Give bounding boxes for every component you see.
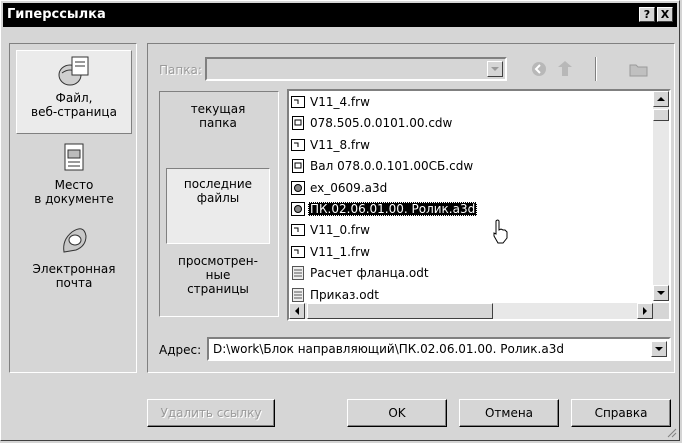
nav-current-folder[interactable]: текущая папка [166, 98, 270, 142]
toolbar-separator [595, 57, 597, 81]
file-cdw-icon [292, 116, 304, 131]
link-type-sidebar: Файл, веб-страница Место в документе Эле… [9, 43, 137, 373]
address-label: Адрес: [159, 343, 202, 357]
file-name: Вал 078.0.0.101.00СБ.cdw [310, 159, 474, 174]
file-name: V11_1.frw [310, 244, 370, 259]
email-icon [63, 228, 87, 253]
document-place-icon [64, 143, 84, 171]
file-name: Приказ.odt [310, 287, 379, 302]
vertical-scrollbar[interactable] [653, 91, 669, 301]
scroll-up-icon[interactable] [653, 91, 669, 107]
close-button[interactable]: X [657, 7, 673, 22]
file-frw-icon [291, 96, 305, 108]
remove-link-button[interactable]: Удалить ссылку [147, 399, 275, 427]
new-folder-icon[interactable] [629, 61, 649, 77]
scroll-corner [653, 303, 669, 319]
file-row-selected[interactable]: ПК.02.06.01.00. Ролик.a3d [291, 200, 478, 218]
file-name: V11_4.frw [310, 95, 370, 109]
nav-browsed-pages[interactable]: просмотрен- ные страницы [166, 250, 270, 314]
sidebar-item-web-file[interactable]: Файл, веб-страница [16, 50, 132, 134]
file-row[interactable]: Вал 078.0.0.101.00СБ.cdw [291, 157, 475, 175]
chevron-down-icon[interactable] [651, 341, 667, 357]
web-file-icon [58, 56, 89, 86]
vertical-scroll-thumb[interactable] [653, 109, 669, 121]
file-row[interactable]: 078.505.0.0101.00.cdw [291, 114, 454, 132]
chevron-down-icon[interactable] [487, 61, 503, 77]
file-odt-icon [292, 266, 304, 281]
folder-label: Папка: [159, 63, 202, 77]
file-row[interactable]: V11_0.frw [291, 221, 372, 239]
file-name: ПК.02.06.01.00. Ролик.a3d [308, 202, 478, 216]
file-listbox[interactable]: V11_4.frw 078.505.0.0101.00.cdw V11_8.frw В… [287, 89, 671, 321]
title-bar[interactable]: Гиперссылка ? X [3, 3, 677, 27]
file-frw-icon [291, 138, 305, 151]
cancel-button[interactable]: Отмена [459, 399, 559, 427]
horizontal-scrollbar[interactable] [289, 303, 653, 319]
up-folder-icon[interactable] [555, 59, 575, 79]
sidebar-item-document-place[interactable]: Место в документе [16, 138, 132, 218]
file-cdw-icon [292, 159, 304, 174]
folder-combobox[interactable] [205, 57, 507, 81]
file-frw-icon [291, 224, 305, 237]
resize-grip-icon[interactable] [665, 426, 677, 438]
file-row[interactable]: V11_8.frw [291, 136, 372, 154]
file-a3d-icon [291, 202, 305, 216]
hand-cursor-icon [493, 219, 508, 244]
scroll-right-icon[interactable] [637, 303, 653, 319]
file-row[interactable]: V11_4.frw [291, 93, 372, 111]
file-a3d-icon [291, 180, 305, 195]
link-nav-panel: текущая папка последние файлы просмотрен… [159, 91, 279, 317]
window-title: Гиперссылка [7, 7, 106, 22]
help-title-button[interactable]: ? [639, 7, 655, 22]
file-row[interactable]: ex_0609.a3d [291, 179, 389, 197]
file-name: Расчет фланца.odt [310, 266, 429, 281]
ok-button[interactable]: OK [347, 399, 447, 427]
address-combobox[interactable]: D:\work\Блок направляющий\ПК.02.06.01.00… [207, 337, 671, 361]
file-row[interactable]: Расчет фланца.odt [291, 264, 431, 282]
nav-recent-files[interactable]: последние файлы [166, 168, 270, 244]
sidebar-item-label: Файл, веб-страница [31, 91, 117, 119]
address-input[interactable]: D:\work\Блок направляющий\ПК.02.06.01.00… [213, 342, 564, 356]
file-row[interactable]: V11_1.frw [291, 243, 372, 261]
hyperlink-dialog: Гиперссылка ? X Файл, веб-страница Место… [0, 0, 680, 441]
back-icon[interactable] [531, 61, 547, 77]
help-button[interactable]: Справка [571, 399, 671, 427]
scroll-down-icon[interactable] [653, 285, 669, 301]
sidebar-item-label: Место в документе [34, 178, 114, 206]
sidebar-item-email[interactable]: Электронная почта [16, 222, 132, 302]
file-name: V11_8.frw [310, 137, 370, 152]
file-name: V11_0.frw [310, 223, 370, 238]
file-odt-icon [292, 287, 304, 302]
file-row[interactable]: Приказ.odt [291, 286, 381, 304]
file-frw-icon [291, 245, 305, 258]
scroll-left-icon[interactable] [289, 303, 305, 319]
file-name: ex_0609.a3d [310, 180, 388, 195]
sidebar-item-label: Электронная почта [32, 262, 116, 290]
file-name: 078.505.0.0101.00.cdw [310, 116, 453, 131]
horizontal-scroll-thumb[interactable] [307, 303, 493, 319]
